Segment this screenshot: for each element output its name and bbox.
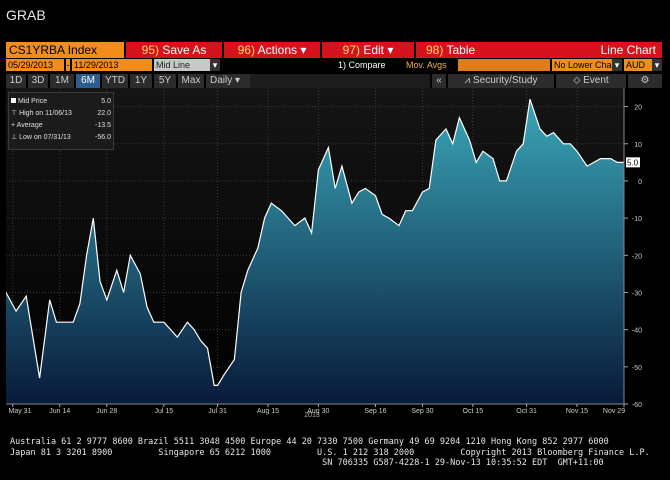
y-tick-label: 10 bbox=[634, 142, 642, 149]
mov-avgs-field[interactable] bbox=[458, 59, 550, 71]
window-title: GRAB bbox=[6, 7, 46, 23]
table-button[interactable]: 98) Table bbox=[416, 42, 586, 58]
legend-row-mid: Mid Price bbox=[11, 97, 47, 106]
x-tick-label: Aug 15 bbox=[257, 408, 279, 415]
period-select[interactable]: Daily ▾ bbox=[206, 74, 250, 88]
legend-label: Average bbox=[16, 122, 43, 129]
x-tick-label: Jul 31 bbox=[208, 408, 227, 415]
x-tick-label: Jul 15 bbox=[155, 408, 174, 415]
y-axis: 20 10 0 -10 -20 -30 -40 -50 -60 bbox=[623, 88, 642, 409]
actions-number: 96) bbox=[237, 43, 255, 57]
y-tick-label: -50 bbox=[632, 365, 642, 372]
save-as-button[interactable]: 95) Save As bbox=[126, 42, 222, 58]
range-3d[interactable]: 3D bbox=[28, 74, 48, 88]
x-tick-label: Nov 15 bbox=[566, 408, 588, 415]
legend-value: -13.5 bbox=[95, 122, 111, 129]
x-tick-label: Oct 15 bbox=[463, 408, 484, 415]
legend-value: 22.0 bbox=[97, 110, 111, 117]
range-max[interactable]: Max bbox=[178, 74, 204, 88]
range-ytd[interactable]: YTD bbox=[102, 74, 128, 88]
y-tick-label: -20 bbox=[632, 253, 642, 260]
date-bar: 05/29/2013 - 11/29/2013 Mid Line ▾ 1) Co… bbox=[6, 59, 662, 72]
footer-contacts-line-2: Japan 81 3 3201 8900 Singapore 65 6212 1… bbox=[10, 447, 650, 458]
compare-button[interactable]: 1) Compare bbox=[336, 59, 398, 71]
footer: Australia 61 2 9777 8600 Brazil 5511 304… bbox=[10, 437, 650, 469]
actions-menu[interactable]: 96) Actions ▾ bbox=[224, 42, 320, 58]
range-toolbar: 1D 3D 1M 6M YTD 1Y 5Y Max Daily ▾ « ⩘ Se… bbox=[6, 74, 662, 88]
collapse-icon[interactable]: « bbox=[432, 74, 446, 88]
save-as-label: Save As bbox=[162, 43, 207, 57]
start-date-field[interactable]: 05/29/2013 bbox=[6, 59, 64, 71]
x-tick-label: Sep 16 bbox=[364, 408, 386, 415]
chevron-down-icon: ▾ bbox=[387, 43, 394, 57]
x-tick-label: Nov 29 bbox=[603, 408, 625, 415]
chevron-down-icon[interactable]: ▾ bbox=[210, 59, 220, 71]
low-marker-icon: ⊥ bbox=[11, 134, 18, 141]
range-5y[interactable]: 5Y bbox=[154, 74, 176, 88]
footer-contacts-line: Australia 61 2 9777 8600 Brazil 5511 304… bbox=[10, 437, 609, 447]
y-tick-label: -30 bbox=[632, 290, 642, 297]
settings-gear-icon[interactable]: ⚙ bbox=[628, 74, 662, 88]
save-as-number: 95) bbox=[141, 43, 159, 57]
legend-row-high: ⊤ High on 11/06/13 bbox=[11, 109, 72, 118]
y-tick-label: -10 bbox=[632, 216, 642, 223]
mov-avgs-button[interactable]: Mov. Avgs bbox=[404, 59, 456, 71]
edit-menu[interactable]: 97) Edit ▾ bbox=[322, 42, 414, 58]
table-label: Table bbox=[446, 43, 476, 57]
legend-label: High on 11/06/13 bbox=[19, 110, 72, 117]
event-icon: ⬦ bbox=[573, 75, 581, 86]
x-tick-label: May 31 bbox=[9, 408, 32, 415]
y-tick-label: 20 bbox=[634, 105, 642, 112]
event-button[interactable]: ⬦ Event bbox=[556, 74, 626, 88]
command-bar: CS1YRBA Index 95) Save As 96) Actions ▾ … bbox=[6, 42, 662, 58]
x-tick-label: Oct 31 bbox=[516, 408, 537, 415]
legend-row-average: + Average bbox=[11, 121, 43, 130]
y-tick-label: 0 bbox=[638, 179, 642, 186]
security-study-label: Security/Study bbox=[472, 75, 538, 86]
chevron-down-icon: ▾ bbox=[235, 75, 241, 86]
actions-label: Actions bbox=[257, 43, 297, 57]
legend-label: Low on 07/31/13 bbox=[19, 134, 71, 141]
toolbar-spacer bbox=[250, 74, 430, 88]
security-study-button[interactable]: ⩘ Security/Study bbox=[448, 74, 554, 88]
chevron-down-icon[interactable]: ▾ bbox=[612, 59, 622, 71]
end-date-field[interactable]: 11/29/2013 bbox=[72, 59, 152, 71]
range-1d[interactable]: 1D bbox=[6, 74, 26, 88]
year-label: 2013 bbox=[304, 412, 320, 419]
last-value-label: 5.0 bbox=[627, 158, 639, 167]
currency-select[interactable]: AUD bbox=[624, 59, 652, 71]
legend-value: 5.0 bbox=[101, 98, 111, 105]
footer-session-line: SN 706335 G587-4228-1 29-Nov-13 10:35:52… bbox=[10, 458, 604, 468]
chart-legend[interactable]: Mid Price 5.0 ⊤ High on 11/06/13 22.0 + … bbox=[8, 92, 114, 150]
x-tick-label: Sep 30 bbox=[411, 408, 433, 415]
mid-line-select[interactable]: Mid Line bbox=[154, 59, 210, 71]
y-tick-label: -40 bbox=[632, 328, 642, 335]
legend-swatch-icon bbox=[11, 98, 16, 103]
chevron-down-icon: ▾ bbox=[300, 43, 307, 57]
average-marker-icon: + bbox=[11, 122, 16, 129]
range-1y[interactable]: 1Y bbox=[130, 74, 152, 88]
event-label: Event bbox=[583, 75, 609, 86]
ticker-field[interactable]: CS1YRBA Index bbox=[6, 42, 124, 58]
range-6m[interactable]: 6M bbox=[76, 74, 100, 88]
x-tick-label: Jun 28 bbox=[96, 408, 117, 415]
table-number: 98) bbox=[426, 43, 444, 57]
last-value-marker: 5.0 bbox=[626, 157, 640, 168]
y-tick-label: -60 bbox=[632, 402, 642, 409]
range-1m[interactable]: 1M bbox=[50, 74, 74, 88]
legend-value: -56.0 bbox=[95, 134, 111, 141]
edit-label: Edit bbox=[363, 43, 384, 57]
legend-row-low: ⊥ Low on 07/31/13 bbox=[11, 133, 71, 142]
view-title: Line Chart bbox=[586, 42, 662, 58]
date-separator: - bbox=[66, 59, 70, 71]
high-marker-icon: ⊤ bbox=[11, 110, 18, 117]
chevron-down-icon[interactable]: ▾ bbox=[652, 59, 662, 71]
edit-number: 97) bbox=[342, 43, 360, 57]
legend-label: Mid Price bbox=[17, 98, 48, 105]
x-tick-label: Jun 14 bbox=[49, 408, 70, 415]
chart-icon: ⩘ bbox=[464, 75, 471, 86]
period-label: Daily bbox=[210, 75, 233, 86]
